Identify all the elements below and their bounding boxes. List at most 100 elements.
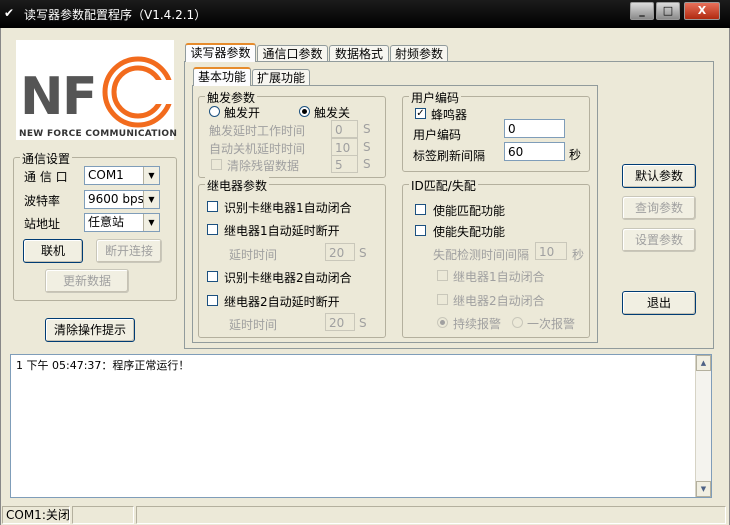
- refresh-interval-unit: 秒: [569, 148, 582, 162]
- relay2-delay-time-label: 延时时间: [229, 318, 278, 332]
- logo-subtitle: NEW FORCE COMMUNICATION: [19, 129, 178, 139]
- exit-button[interactable]: 退出: [622, 291, 696, 315]
- log-scrollbar[interactable]: ▲ ▼: [695, 355, 711, 497]
- svg-text:F: F: [62, 67, 98, 127]
- relay1-delay-open-label: 继电器1自动延时断开: [224, 224, 340, 238]
- id-match-legend: ID匹配/失配: [409, 177, 478, 194]
- relay2-delay-open-label: 继电器2自动延时断开: [224, 295, 340, 309]
- user-code-legend: 用户编码: [409, 89, 462, 106]
- buzzer-checkbox[interactable]: ✓: [415, 108, 426, 119]
- continuous-alarm-radio[interactable]: [437, 317, 448, 328]
- relay1-delay-time-field[interactable]: 20: [325, 243, 355, 261]
- window-title: 读写器参数配置程序（V1.4.2.1）: [24, 8, 207, 22]
- refresh-interval-field[interactable]: 60: [504, 142, 565, 161]
- tab-rf-params[interactable]: 射频参数: [390, 45, 448, 62]
- status-port: COM1:关闭: [2, 506, 70, 524]
- single-alarm-label: 一次报警: [527, 317, 576, 331]
- refresh-interval-label: 标签刷新间隔: [413, 149, 486, 163]
- station-label: 站地址: [24, 217, 61, 231]
- trigger-delay-label: 触发延时工作时间: [209, 124, 306, 138]
- relay2-delay-time-unit: S: [359, 316, 367, 330]
- relay1-delay-open-checkbox[interactable]: [207, 224, 218, 235]
- mismatch-interval-label: 失配检测时间间隔: [433, 248, 530, 262]
- mismatch-relay2-checkbox[interactable]: [437, 294, 448, 305]
- auto-off-unit: S: [363, 140, 371, 154]
- trigger-off-radio[interactable]: [299, 106, 310, 117]
- trigger-off-label: 触发关: [314, 106, 351, 120]
- trigger-on-radio[interactable]: [209, 106, 220, 117]
- baud-label: 波特率: [24, 194, 61, 208]
- enable-mismatch-checkbox[interactable]: [415, 225, 426, 236]
- port-label: 通 信 口: [24, 170, 68, 184]
- connect-button[interactable]: 联机: [23, 239, 83, 263]
- nfc-logo: N F NEW FORCE COMMUNICATION: [16, 40, 178, 140]
- clear-residual-unit: S: [363, 157, 371, 171]
- trigger-on-label: 触发开: [224, 106, 261, 120]
- nfc-logo-graphic: N F: [20, 56, 174, 128]
- set-params-button[interactable]: 设置参数: [622, 228, 696, 252]
- trigger-group: 触发参数 触发开 触发关 触发延时工作时间 0 S 自动关机延时时间 10 S …: [198, 89, 386, 178]
- enable-match-checkbox[interactable]: [415, 204, 426, 215]
- comm-settings-legend: 通信设置: [20, 150, 73, 167]
- scroll-down-icon[interactable]: ▼: [696, 481, 711, 497]
- query-params-button[interactable]: 查询参数: [622, 196, 696, 220]
- mismatch-interval-field[interactable]: 10: [535, 242, 567, 260]
- clear-residual-checkbox[interactable]: [211, 159, 222, 170]
- disconnect-button[interactable]: 断开连接: [96, 239, 162, 263]
- relay2-delay-time-field[interactable]: 20: [325, 313, 355, 331]
- subtab-extended[interactable]: 扩展功能: [252, 69, 310, 86]
- relay2-auto-close-label: 识别卡继电器2自动闭合: [224, 271, 352, 285]
- relay-legend: 继电器参数: [205, 177, 270, 194]
- log-line: 1 下午 05:47:37：程序正常运行！: [16, 359, 190, 372]
- comm-settings-group: 通信设置 通 信 口 COM1 ▼ 波特率 9600 bps ▼ 站地址 任意站…: [13, 150, 177, 301]
- default-params-button[interactable]: 默认参数: [622, 164, 696, 188]
- logo-letters: N: [20, 67, 64, 127]
- enable-mismatch-label: 使能失配功能: [433, 225, 506, 239]
- user-code-group: 用户编码 ✓ 蜂鸣器 用户编码 0 标签刷新间隔 60 秒: [402, 89, 590, 172]
- relay1-auto-close-label: 识别卡继电器1自动闭合: [224, 201, 352, 215]
- clear-residual-label: 清除残留数据: [227, 159, 300, 173]
- trigger-delay-unit: S: [363, 122, 371, 136]
- minimize-button[interactable]: _: [630, 2, 654, 20]
- maximize-button[interactable]: □: [656, 2, 680, 20]
- relay2-auto-close-checkbox[interactable]: [207, 271, 218, 282]
- clear-residual-field[interactable]: 5: [331, 155, 358, 173]
- baud-select[interactable]: 9600 bps ▼: [84, 190, 160, 209]
- log-box[interactable]: 1 下午 05:47:37：程序正常运行！ ▲ ▼: [10, 354, 712, 498]
- clear-log-button[interactable]: 清除操作提示: [45, 318, 135, 342]
- mismatch-interval-unit: 秒: [572, 248, 585, 262]
- relay-group: 继电器参数 识别卡继电器1自动闭合 继电器1自动延时断开 延时时间 20 S 识…: [198, 177, 386, 338]
- auto-off-field[interactable]: 10: [331, 138, 358, 156]
- auto-off-label: 自动关机延时时间: [209, 142, 306, 156]
- chevron-down-icon: ▼: [143, 214, 159, 231]
- mismatch-relay1-label: 继电器1自动闭合: [453, 270, 545, 284]
- chevron-down-icon: ▼: [143, 167, 159, 184]
- user-code-label: 用户编码: [413, 128, 462, 142]
- mismatch-relay2-label: 继电器2自动闭合: [453, 294, 545, 308]
- enable-match-label: 使能匹配功能: [433, 204, 506, 218]
- trigger-delay-field[interactable]: 0: [331, 120, 358, 138]
- chevron-down-icon: ▼: [143, 191, 159, 208]
- relay1-auto-close-checkbox[interactable]: [207, 201, 218, 212]
- update-data-button[interactable]: 更新数据: [45, 269, 129, 293]
- scroll-up-icon[interactable]: ▲: [696, 355, 711, 371]
- port-select[interactable]: COM1 ▼: [84, 166, 160, 185]
- relay1-delay-time-label: 延时时间: [229, 248, 278, 262]
- id-match-group: ID匹配/失配 使能匹配功能 使能失配功能 失配检测时间间隔 10 秒 继电器1…: [402, 177, 590, 338]
- tab-comm-port-params[interactable]: 通信口参数: [257, 45, 328, 62]
- title-bar: ✔ 读写器参数配置程序（V1.4.2.1） _ □ X: [0, 0, 730, 28]
- subtab-basic[interactable]: 基本功能: [193, 67, 251, 86]
- status-cell-2: [72, 506, 134, 524]
- close-button[interactable]: X: [684, 2, 720, 20]
- status-cell-3: [136, 506, 726, 524]
- continuous-alarm-label: 持续报警: [453, 317, 502, 331]
- app-icon: ✔: [4, 6, 15, 20]
- buzzer-label: 蜂鸣器: [431, 108, 468, 122]
- single-alarm-radio[interactable]: [512, 317, 523, 328]
- user-code-field[interactable]: 0: [504, 119, 565, 138]
- station-select[interactable]: 任意站 ▼: [84, 213, 160, 232]
- tab-reader-params[interactable]: 读写器参数: [185, 43, 256, 62]
- tab-data-format[interactable]: 数据格式: [329, 45, 389, 62]
- relay2-delay-open-checkbox[interactable]: [207, 295, 218, 306]
- mismatch-relay1-checkbox[interactable]: [437, 270, 448, 281]
